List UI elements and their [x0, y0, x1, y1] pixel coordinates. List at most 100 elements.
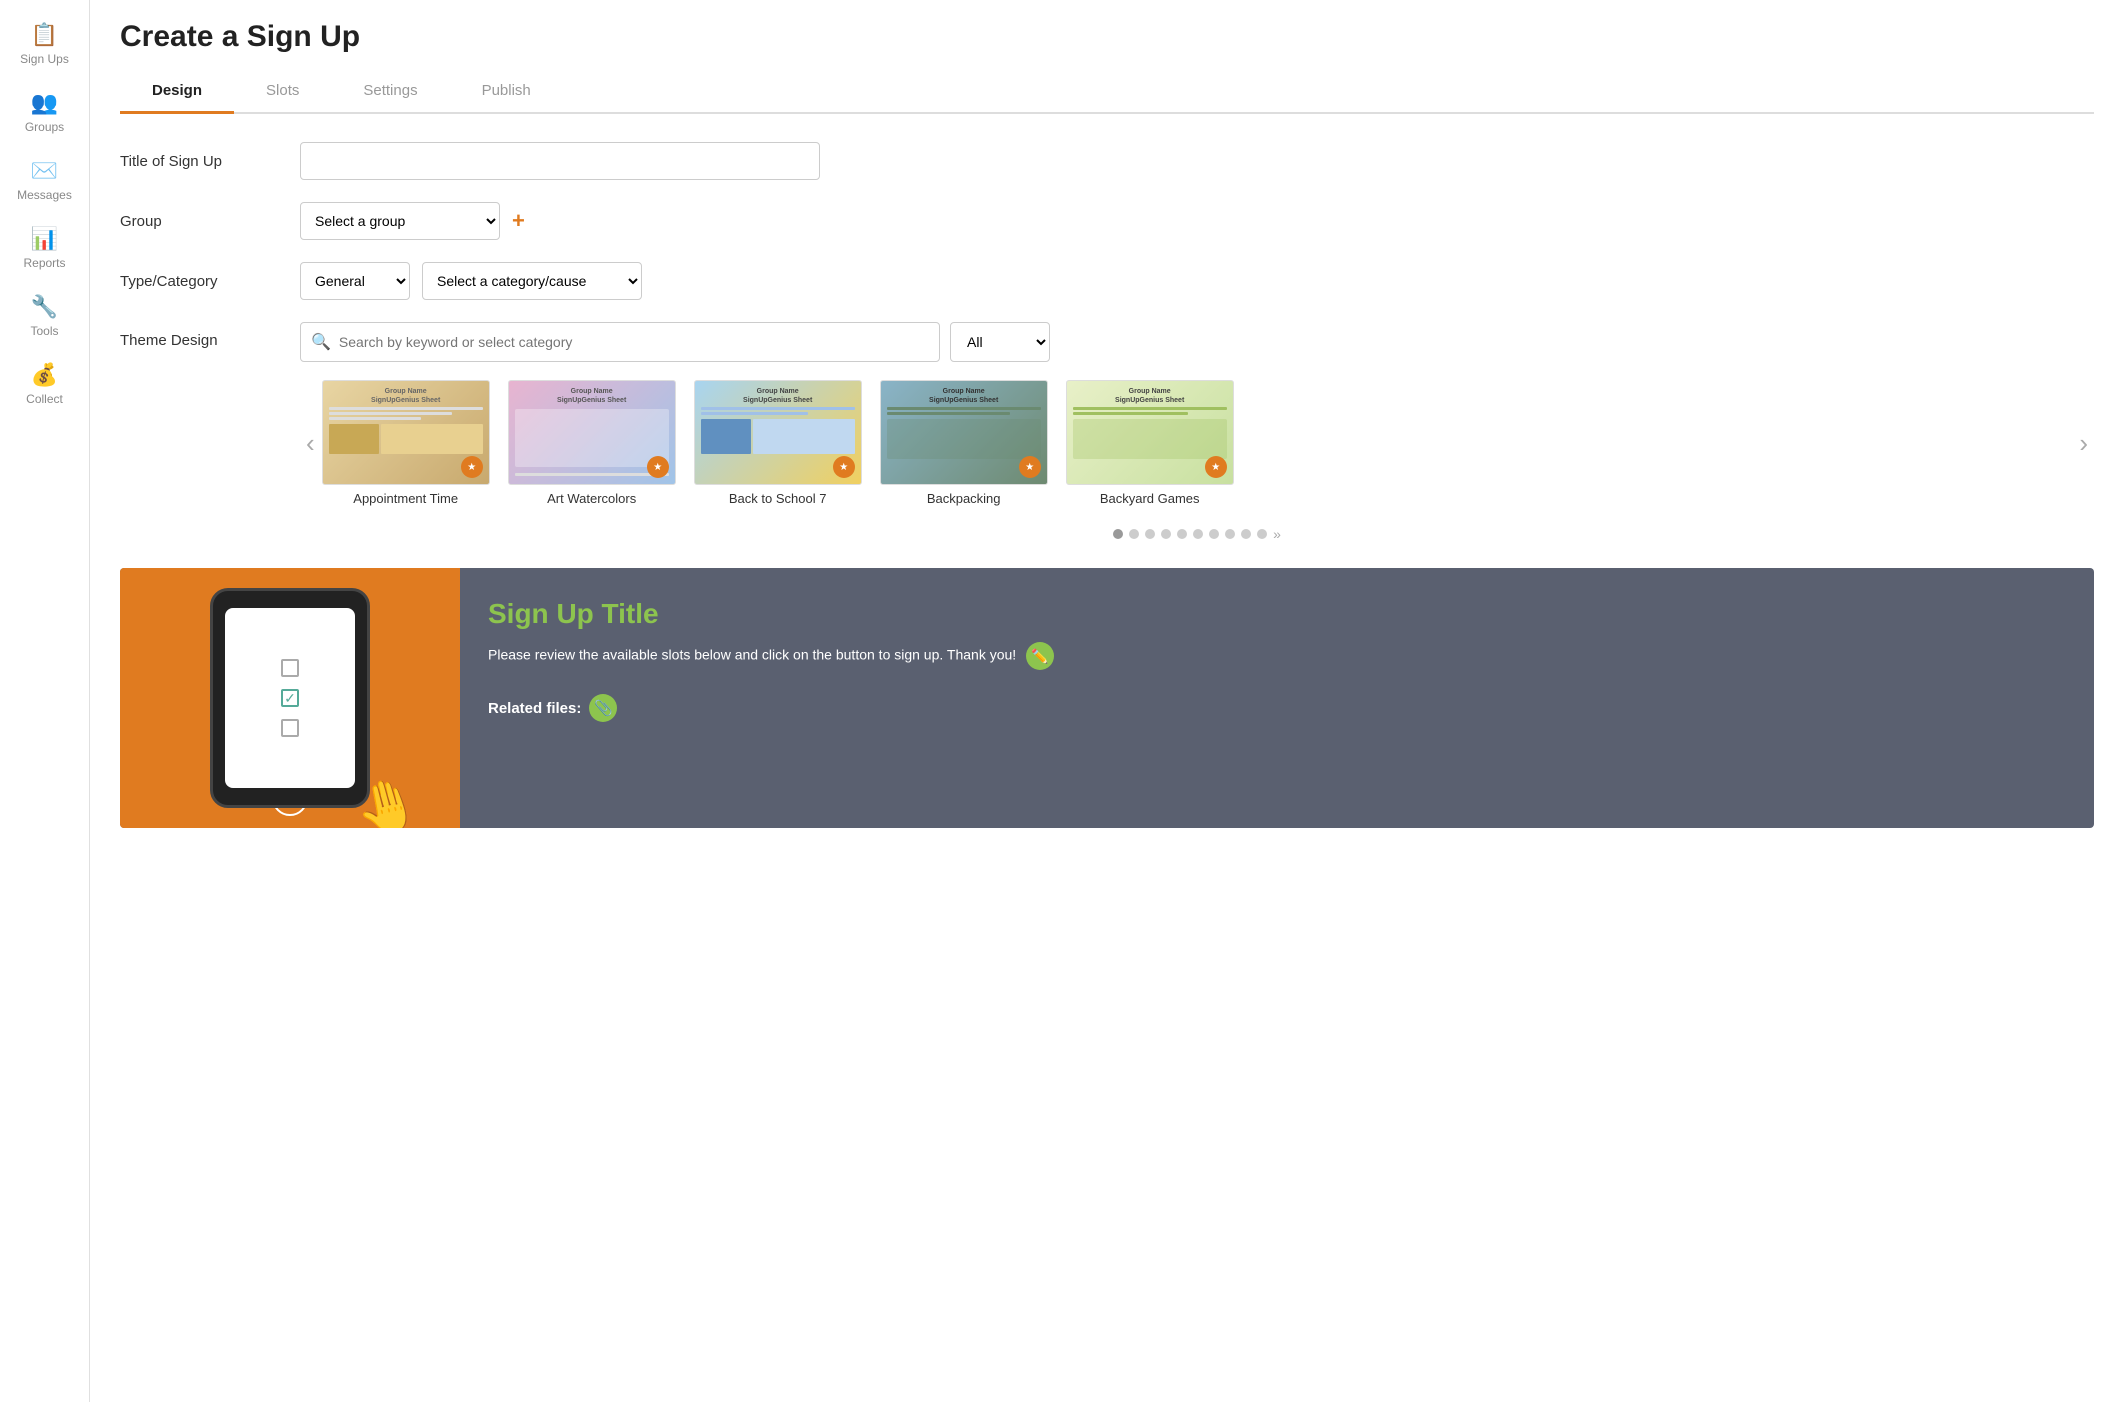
theme-name-backyard: Backyard Games — [1100, 491, 1200, 506]
theme-badge-backyard: ★ — [1205, 456, 1227, 478]
edit-description-button[interactable]: ✏️ — [1026, 642, 1054, 670]
theme-badge-backpacking: ★ — [1019, 456, 1041, 478]
themes-carousel: Group NameSignUpGenius Sheet ★ — [321, 370, 2074, 516]
phone-mockup: ✓ — [210, 588, 370, 808]
checkbox-row-3 — [281, 719, 299, 737]
preview-signup-title: Sign Up Title — [488, 598, 2066, 630]
group-select[interactable]: Select a group — [300, 202, 500, 240]
group-controls: Select a group + — [300, 202, 525, 240]
theme-thumb-backyard: Group NameSignUpGenius Sheet ★ — [1066, 380, 1234, 485]
preview-image: ✓ 🤚 📋 — [120, 568, 460, 828]
checkbox-checked: ✓ — [281, 689, 299, 707]
dot-3[interactable] — [1161, 529, 1171, 539]
sidebar-label-messages: Messages — [17, 188, 72, 202]
theme-thumb-art: Group NameSignUpGenius Sheet ★ — [508, 380, 676, 485]
carousel-dots: » — [300, 526, 2094, 542]
filter-select[interactable]: All Holiday School Sports Work Church — [950, 322, 1050, 362]
carousel-next-button[interactable]: › — [2073, 428, 2094, 459]
theme-controls: 🔍 All Holiday School Sports Work Church … — [300, 322, 2094, 542]
sidebar-item-reports[interactable]: 📊 Reports — [0, 214, 89, 282]
title-input[interactable] — [300, 142, 820, 180]
theme-card-art[interactable]: Group NameSignUpGenius Sheet ★ Art Water… — [507, 380, 677, 506]
sidebar-label-signups: Sign Ups — [20, 52, 69, 66]
tab-publish[interactable]: Publish — [450, 70, 563, 114]
type-controls: General Education Church Healthcare Spor… — [300, 262, 642, 300]
theme-badge-school: ★ — [833, 456, 855, 478]
theme-thumb-appointment: Group NameSignUpGenius Sheet ★ — [322, 380, 490, 485]
carousel-prev-button[interactable]: ‹ — [300, 428, 321, 459]
category-select[interactable]: Select a category/cause — [422, 262, 642, 300]
preview-section: ✓ 🤚 📋 Sign Up Title — [120, 568, 2094, 828]
page-title: Create a Sign Up — [120, 20, 2094, 54]
design-form: Title of Sign Up Group Select a group + … — [120, 142, 2094, 550]
type-category-row: Type/Category General Education Church H… — [120, 262, 2094, 300]
dot-0[interactable] — [1113, 529, 1123, 539]
title-label: Title of Sign Up — [120, 153, 300, 170]
collect-icon: 💰 — [31, 362, 58, 388]
groups-icon: 👥 — [31, 90, 58, 116]
theme-name-school: Back to School 7 — [729, 491, 827, 506]
sidebar-item-collect[interactable]: 💰 Collect — [0, 350, 89, 418]
signups-icon: 📋 — [31, 22, 58, 48]
preview-content: Sign Up Title Please review the availabl… — [460, 568, 2094, 828]
theme-search-row: 🔍 All Holiday School Sports Work Church — [300, 322, 1050, 362]
theme-badge-appointment: ★ — [461, 456, 483, 478]
dot-9[interactable] — [1257, 529, 1267, 539]
checkbox-row-2: ✓ — [281, 689, 299, 707]
tab-slots[interactable]: Slots — [234, 70, 331, 114]
tab-settings[interactable]: Settings — [331, 70, 449, 114]
theme-name-art: Art Watercolors — [547, 491, 636, 506]
messages-icon: ✉️ — [31, 158, 58, 184]
group-row: Group Select a group + — [120, 202, 2094, 240]
dot-5[interactable] — [1193, 529, 1203, 539]
checkmark-icon: ✓ — [284, 690, 296, 707]
dot-8[interactable] — [1241, 529, 1251, 539]
dot-1[interactable] — [1129, 529, 1139, 539]
main-content: Create a Sign Up Design Slots Settings P… — [90, 0, 2124, 1402]
related-files-label: Related files: — [488, 700, 581, 717]
search-icon: 🔍 — [311, 332, 331, 352]
tools-icon: 🔧 — [31, 294, 58, 320]
sidebar-label-collect: Collect — [26, 392, 63, 406]
theme-name-backpacking: Backpacking — [927, 491, 1001, 506]
attach-files-button[interactable]: 📎 — [589, 694, 617, 722]
dot-6[interactable] — [1209, 529, 1219, 539]
checkbox-row-1 — [281, 659, 299, 677]
dot-2[interactable] — [1145, 529, 1155, 539]
type-label: Type/Category — [120, 273, 300, 290]
theme-badge-art: ★ — [647, 456, 669, 478]
search-input[interactable] — [339, 334, 929, 350]
sidebar-label-reports: Reports — [23, 256, 65, 270]
theme-row: Theme Design 🔍 All Holiday School Sports… — [120, 322, 2094, 542]
add-group-button[interactable]: + — [512, 208, 525, 234]
tab-design[interactable]: Design — [120, 70, 234, 114]
sidebar: 📋 Sign Ups 👥 Groups ✉️ Messages 📊 Report… — [0, 0, 90, 1402]
theme-thumb-school: Group NameSignUpGenius Sheet ★ — [694, 380, 862, 485]
checkbox-empty-1 — [281, 659, 299, 677]
checkbox-empty-2 — [281, 719, 299, 737]
themes-carousel-section: ‹ Group NameSignUpGenius Sheet — [300, 370, 2094, 516]
dot-4[interactable] — [1177, 529, 1187, 539]
sidebar-label-groups: Groups — [25, 120, 64, 134]
title-row: Title of Sign Up — [120, 142, 2094, 180]
sidebar-item-signups[interactable]: 📋 Sign Ups — [0, 10, 89, 78]
theme-label: Theme Design — [120, 322, 300, 349]
sidebar-label-tools: Tools — [30, 324, 58, 338]
theme-card-appointment[interactable]: Group NameSignUpGenius Sheet ★ — [321, 380, 491, 506]
related-files-row: Related files: 📎 — [488, 694, 2066, 722]
group-label: Group — [120, 213, 300, 230]
sidebar-item-groups[interactable]: 👥 Groups — [0, 78, 89, 146]
search-box[interactable]: 🔍 — [300, 322, 940, 362]
sidebar-item-messages[interactable]: ✉️ Messages — [0, 146, 89, 214]
theme-card-backpacking[interactable]: Group NameSignUpGenius Sheet ★ Backpacki… — [879, 380, 1049, 506]
carousel-forward-arrows[interactable]: » — [1273, 526, 1281, 542]
type-select[interactable]: General Education Church Healthcare Spor… — [300, 262, 410, 300]
dot-7[interactable] — [1225, 529, 1235, 539]
phone-screen: ✓ — [225, 608, 355, 788]
theme-thumb-backpacking: Group NameSignUpGenius Sheet ★ — [880, 380, 1048, 485]
theme-card-backyard[interactable]: Group NameSignUpGenius Sheet ★ Backyard … — [1065, 380, 1235, 506]
theme-name-appointment: Appointment Time — [353, 491, 458, 506]
preview-signup-description: Please review the available slots below … — [488, 642, 2066, 670]
theme-card-school[interactable]: Group NameSignUpGenius Sheet ★ — [693, 380, 863, 506]
sidebar-item-tools[interactable]: 🔧 Tools — [0, 282, 89, 350]
